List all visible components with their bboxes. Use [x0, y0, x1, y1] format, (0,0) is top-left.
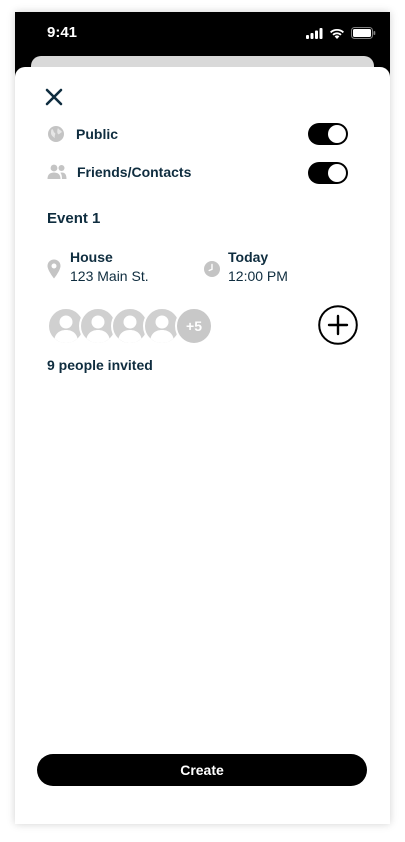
toggle-knob	[328, 164, 346, 182]
create-event-sheet: Public Friends/Contacts Event 1 House 12…	[15, 67, 390, 824]
create-button[interactable]: Create	[37, 754, 367, 786]
invitee-avatars[interactable]: +5	[47, 307, 217, 345]
clock-icon	[204, 261, 220, 277]
event-time[interactable]: Today 12:00 PM	[204, 249, 288, 284]
more-invitees-badge: +5	[175, 307, 213, 345]
user-silhouette-icon	[150, 315, 174, 343]
location-text: House 123 Main St.	[70, 249, 149, 284]
event-title: Event 1	[47, 210, 101, 227]
location-pin-icon	[47, 259, 61, 279]
user-silhouette-icon	[118, 315, 142, 343]
close-icon[interactable]	[44, 87, 64, 107]
public-label: Public	[76, 126, 119, 142]
status-bar: 9:41	[15, 12, 390, 56]
location-title: House	[70, 249, 113, 265]
time-day: Today	[228, 249, 269, 265]
friends-row: Friends/Contacts	[47, 164, 191, 180]
cellular-signal-icon	[306, 27, 323, 39]
location-address: 123 Main St.	[70, 268, 149, 284]
wifi-icon	[330, 28, 344, 39]
add-invitee-icon[interactable]	[318, 305, 358, 345]
status-time: 9:41	[47, 24, 78, 41]
friends-toggle[interactable]	[308, 162, 348, 184]
friends-label: Friends/Contacts	[77, 164, 192, 180]
time-text: Today 12:00 PM	[228, 249, 288, 284]
event-location[interactable]: House 123 Main St.	[47, 249, 149, 284]
battery-icon	[351, 27, 376, 39]
public-row: Public	[47, 125, 118, 143]
user-silhouette-icon	[86, 315, 110, 343]
user-silhouette-icon	[54, 315, 78, 343]
public-toggle[interactable]	[308, 123, 348, 145]
status-icons	[306, 27, 376, 39]
time-value: 12:00 PM	[228, 268, 288, 284]
toggle-knob	[328, 125, 346, 143]
contacts-icon	[47, 164, 67, 179]
phone-frame: 9:41 Public Friends/Contacts Event 1 Hou…	[15, 12, 390, 824]
invited-count: 9 people invited	[47, 357, 153, 373]
globe-icon	[48, 126, 64, 142]
